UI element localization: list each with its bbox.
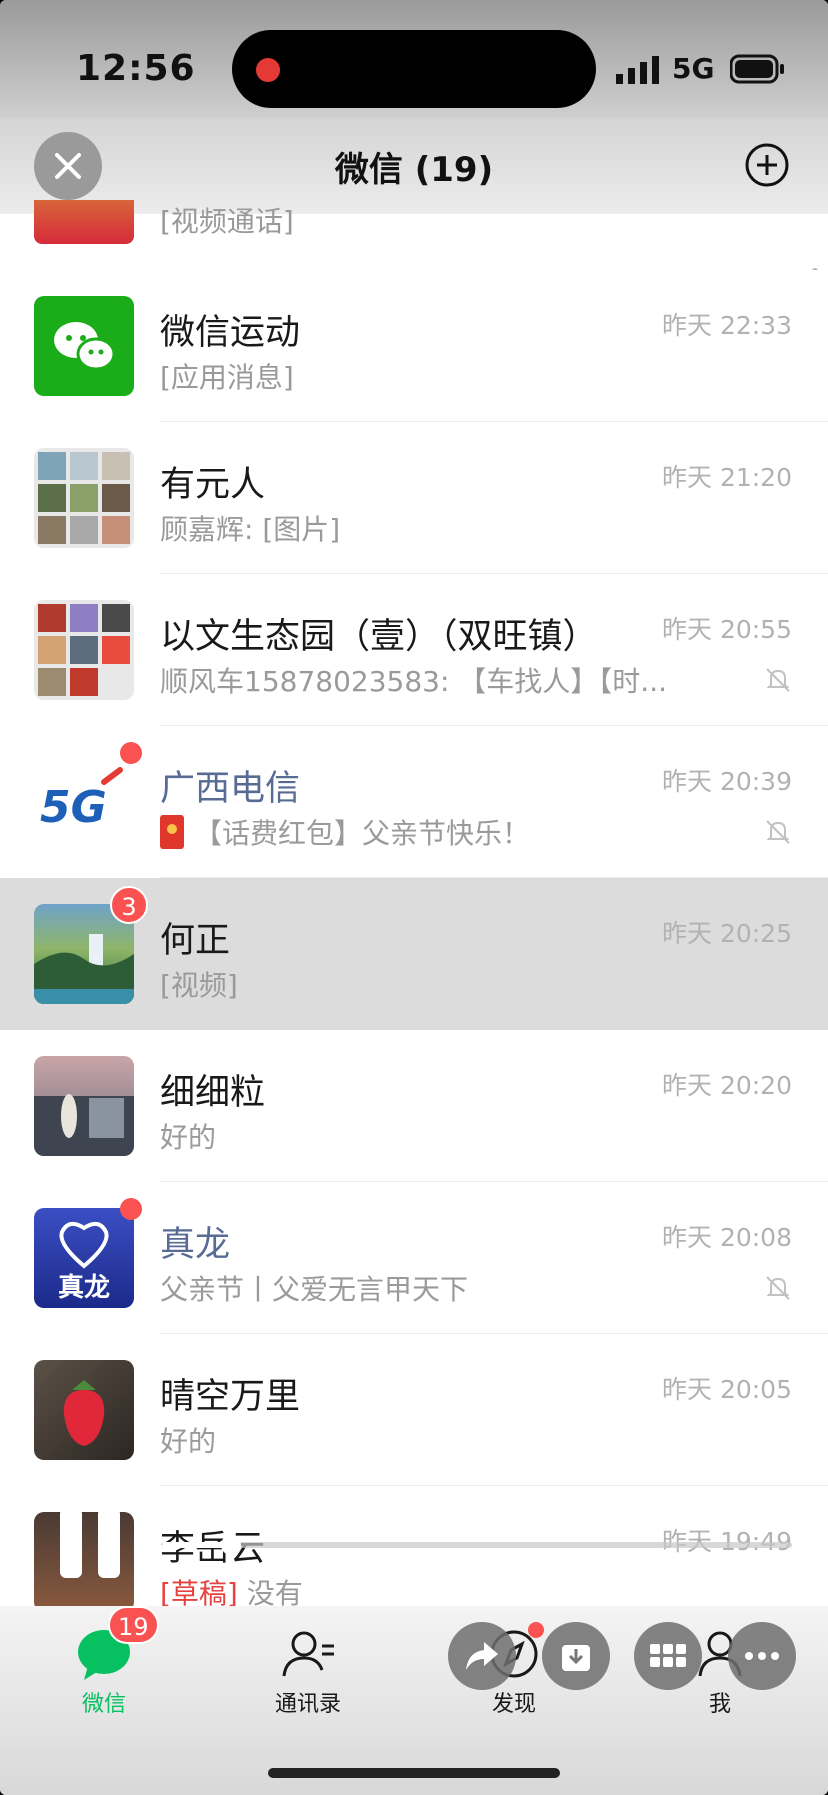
chat-name: 晴空万里	[160, 1377, 301, 1417]
chat-preview: 好的	[160, 1121, 217, 1154]
tab-label: 我	[708, 1692, 731, 1717]
more-button[interactable]	[728, 1622, 796, 1690]
chat-time: 昨天 20:08	[662, 1223, 792, 1252]
mute-bell-icon	[766, 668, 790, 692]
wechat-sport-avatar	[34, 296, 134, 396]
chat-preview: 【话费红包】父亲节快乐！	[160, 812, 530, 852]
recording-indicator-icon	[256, 58, 280, 82]
unread-dot	[120, 742, 142, 764]
grid-icon	[650, 1644, 686, 1667]
chat-name: 广西电信	[160, 769, 301, 809]
chat-preview: 顾嘉辉: [图片]	[160, 513, 341, 546]
chat-name: 有元人	[160, 465, 266, 505]
chat-time: 昨天 22:33	[662, 311, 792, 340]
video-time: 00:02 / 00:19	[162, 1494, 351, 1527]
tab-label: 通讯录	[274, 1692, 341, 1717]
tab-contacts[interactable]: 通讯录	[248, 1626, 368, 1726]
chat-time: 昨天 21:20	[662, 463, 792, 492]
status-time: 12:56	[76, 48, 196, 89]
chat-name: 何正	[160, 921, 231, 961]
pause-button[interactable]	[56, 1508, 122, 1584]
contacts-icon	[282, 1631, 334, 1677]
discover-dot	[528, 1622, 544, 1638]
chat-preview: [应用消息]	[160, 361, 294, 394]
share-arrow-icon	[466, 1642, 498, 1670]
logo-text: 真龙	[58, 1273, 110, 1303]
5g-logo-avatar: 5G	[34, 752, 134, 852]
avatar	[34, 200, 134, 244]
chat-row[interactable]: 真龙 真龙 昨天 20:08 父亲节丨父爱无言甲天下	[0, 1182, 828, 1334]
photo-avatar	[34, 1056, 134, 1156]
video-controls: 00:02 / 00:19 倍速	[0, 1478, 828, 1598]
chat-time: 昨天 20:55	[662, 615, 792, 644]
chat-name: 细细粒	[160, 1073, 266, 1113]
list-item-partial[interactable]: [视频通话]	[0, 200, 828, 270]
chat-name: 微信运动	[160, 313, 301, 353]
chat-row[interactable]: 以文生态园（壹）（双旺镇） 昨天 20:55 顺风车15878023583: 【…	[0, 574, 828, 726]
battery-icon	[730, 54, 784, 84]
home-indicator[interactable]	[268, 1768, 560, 1778]
chat-preview: 顺风车15878023583: 【车找人】【时...	[160, 665, 667, 698]
chat-row[interactable]: 3 何正 昨天 20:25 [视频]	[0, 878, 828, 1030]
download-icon	[562, 1645, 590, 1671]
chat-name: 真龙	[160, 1225, 231, 1265]
chat-preview: 好的	[160, 1425, 217, 1458]
chat-row[interactable]: 5G 广西电信 昨天 20:39 【话费红包】父亲节快乐！	[0, 726, 828, 878]
more-dots-icon	[745, 1652, 779, 1660]
chat-preview: 父亲节丨父爱无言甲天下	[160, 1273, 469, 1306]
pause-icon	[60, 1508, 82, 1578]
mute-bell-icon	[766, 820, 790, 844]
page-title: 微信 (19)	[334, 150, 494, 190]
chat-preview: [视频通话]	[160, 205, 294, 238]
chat-time: 昨天 20:05	[662, 1375, 792, 1404]
signal-icon	[616, 56, 659, 84]
progress-handle[interactable]	[221, 1535, 242, 1555]
unread-badge: 3	[110, 886, 148, 924]
network-label: 5G	[672, 52, 715, 85]
chat-preview: [视频]	[160, 969, 238, 1002]
chat-time: 昨天 20:39	[662, 767, 792, 796]
save-button[interactable]	[542, 1622, 610, 1690]
speed-button[interactable]: 倍速	[738, 1494, 792, 1533]
dynamic-island	[232, 30, 596, 108]
tab-badge: 19	[108, 1606, 159, 1644]
chat-row[interactable]: 微信运动 昨天 22:33 [应用消息]	[0, 270, 828, 422]
svg-text:5G: 5G	[40, 782, 107, 833]
red-envelope-icon	[160, 815, 184, 849]
group-avatar	[34, 448, 134, 548]
share-button[interactable]	[448, 1622, 516, 1690]
strawberry-avatar	[34, 1360, 134, 1460]
grid-button[interactable]	[634, 1622, 702, 1690]
chat-name: 以文生态园（壹）（双旺镇）	[160, 617, 598, 657]
chat-time: 昨天 20:20	[662, 1071, 792, 1100]
zhenlong-logo-avatar: 真龙	[34, 1208, 134, 1308]
bottom-tab-bar: 微信 19 通讯录 发现 我	[0, 1606, 828, 1795]
chat-row[interactable]: 有元人 昨天 21:20 顾嘉辉: [图片]	[0, 422, 828, 574]
chat-row[interactable]: 晴空万里 昨天 20:05 好的	[0, 1334, 828, 1486]
mute-bell-icon	[766, 1276, 790, 1300]
unread-dot	[120, 1198, 142, 1220]
tab-label: 发现	[491, 1692, 536, 1717]
video-progress-bar[interactable]	[162, 1535, 792, 1555]
group-avatar	[34, 600, 134, 700]
add-plus-icon[interactable]	[744, 142, 790, 188]
chat-time: 昨天 20:25	[662, 919, 792, 948]
tab-label: 微信	[81, 1692, 126, 1717]
wechat-screen: 12:56 5G 微信 (19) [视频通话] 微信运动 昨天 22:33 [应…	[0, 0, 828, 1795]
chat-row[interactable]: 细细粒 昨天 20:20 好的	[0, 1030, 828, 1182]
